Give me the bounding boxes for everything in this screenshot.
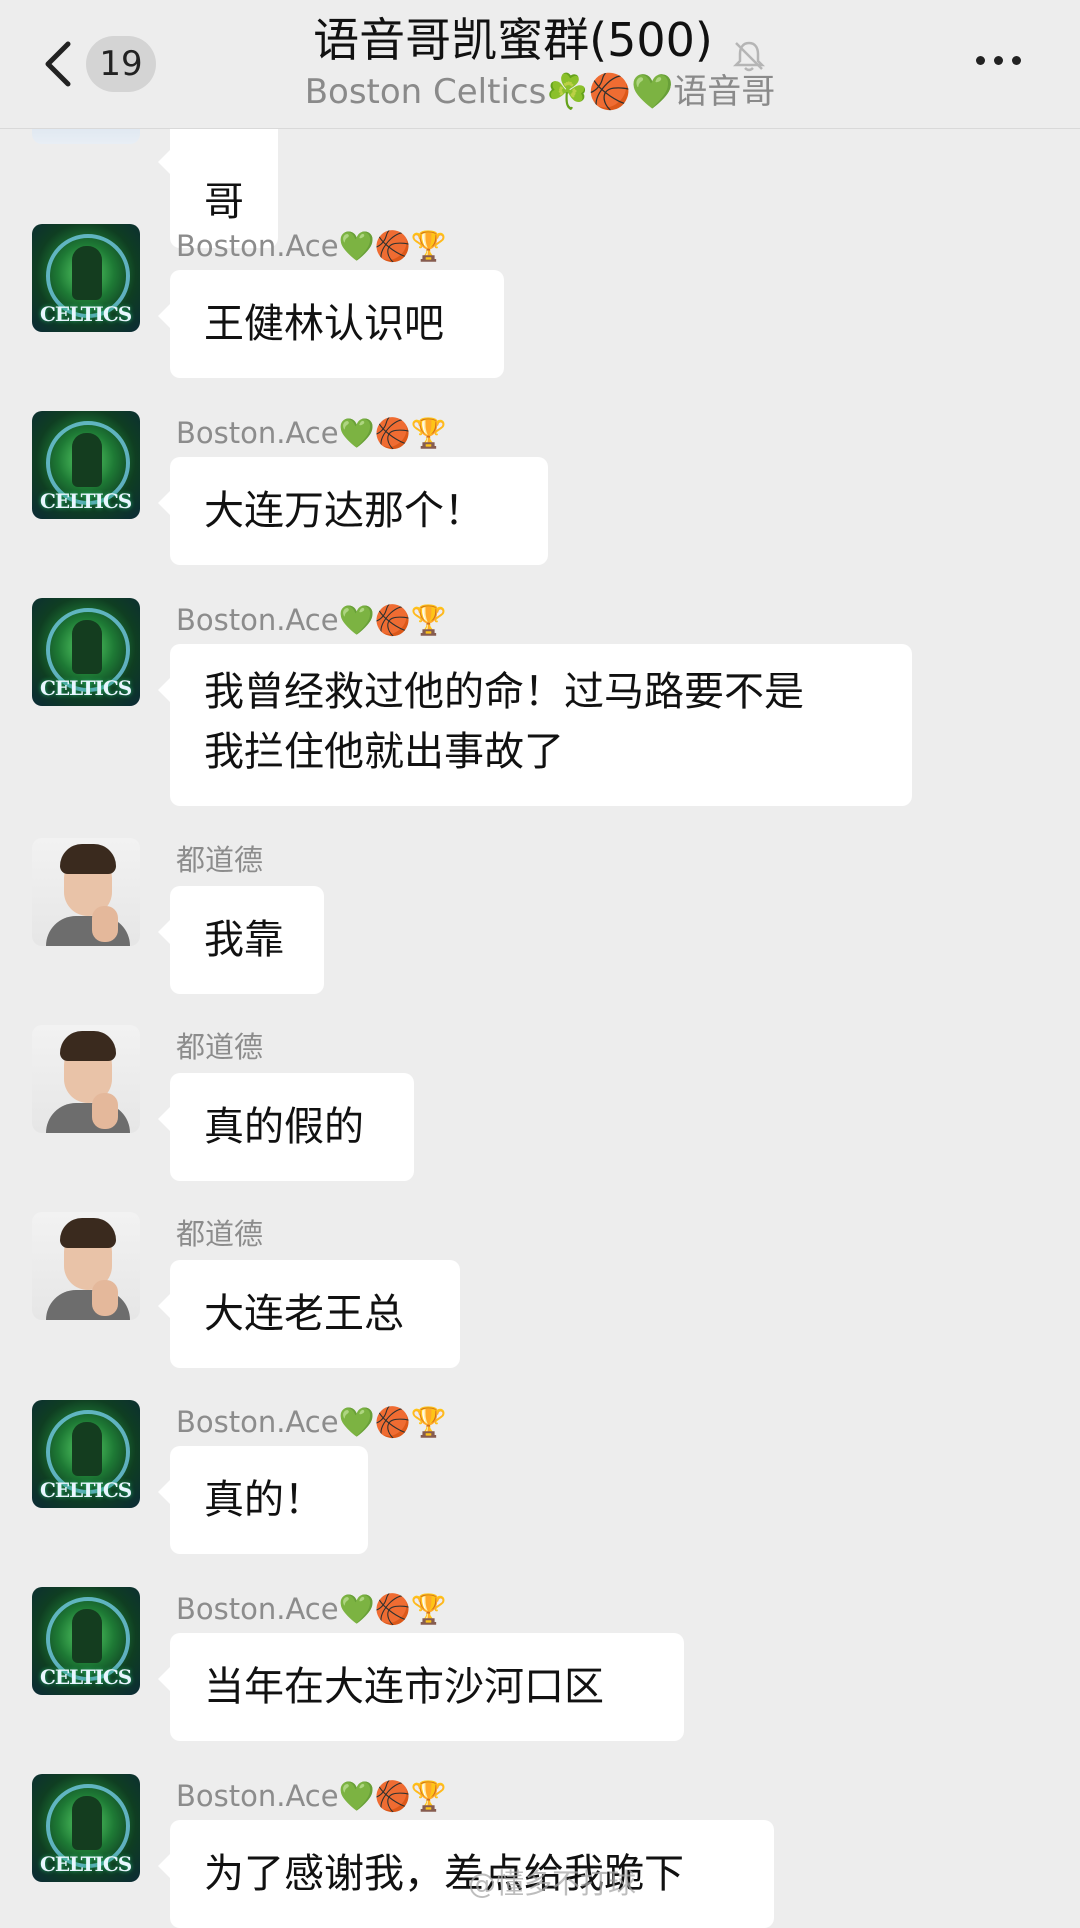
avatar-logo-text: CELTICS — [40, 1852, 132, 1876]
avatar-figure — [72, 620, 102, 674]
avatar-figure — [72, 1609, 102, 1663]
avatar[interactable]: CELTICS — [32, 1774, 140, 1882]
more-button[interactable] — [976, 50, 1030, 70]
avatar-hair — [60, 1218, 116, 1248]
sender-name: Boston.Ace💚🏀🏆 — [176, 1592, 447, 1626]
avatar-logo-text: CELTICS — [40, 1478, 132, 1502]
chat-header: 19 语音哥凯蜜群(500) Boston Celtics☘️🏀💚语音哥 — [0, 0, 1080, 129]
sender-name: 都道德 — [176, 1217, 264, 1251]
avatar[interactable] — [32, 838, 140, 946]
avatar-figure — [72, 1422, 102, 1476]
avatar[interactable]: CELTICS — [32, 598, 140, 706]
avatar-logo-text: CELTICS — [40, 1665, 132, 1689]
more-dot-icon — [1012, 56, 1021, 65]
avatar-hand — [92, 1280, 118, 1316]
avatar-hand — [92, 1093, 118, 1129]
chat-title-text: 语音哥凯蜜群(500) — [313, 13, 713, 67]
mute-bell-icon — [731, 26, 767, 71]
more-dot-icon — [994, 56, 1003, 65]
avatar-figure — [72, 1796, 102, 1850]
avatar-figure — [72, 246, 102, 300]
message-bubble[interactable]: 当年在大连市沙河口区 — [158, 1633, 684, 1741]
sender-name: Boston.Ace💚🏀🏆 — [176, 603, 447, 637]
avatar[interactable] — [32, 1212, 140, 1320]
avatar[interactable]: CELTICS — [32, 1400, 140, 1508]
sender-name: Boston.Ace💚🏀🏆 — [176, 1779, 447, 1813]
sender-name: Boston.Ace💚🏀🏆 — [176, 229, 447, 263]
message-bubble[interactable]: 我曾经救过他的命！过马路要不是 我拦住他就出事故了 — [158, 644, 912, 806]
sender-name: 都道德 — [176, 1030, 264, 1064]
avatar-hand — [92, 906, 118, 942]
chat-title[interactable]: 语音哥凯蜜群(500) — [0, 8, 1080, 72]
message-bubble[interactable]: 王健林认识吧 — [158, 270, 504, 378]
chat-list[interactable]: 哥 CELTICS Boston.Ace💚🏀🏆 王健林认识吧 CELTICS B… — [0, 0, 1080, 1928]
avatar[interactable]: CELTICS — [32, 411, 140, 519]
avatar-hair — [60, 1031, 116, 1061]
avatar[interactable]: CELTICS — [32, 224, 140, 332]
sender-name: Boston.Ace💚🏀🏆 — [176, 1405, 447, 1439]
avatar[interactable] — [32, 1025, 140, 1133]
avatar-figure — [72, 433, 102, 487]
message-bubble[interactable]: 真的假的 — [158, 1073, 414, 1181]
sender-name: 都道德 — [176, 843, 264, 877]
avatar-logo-text: CELTICS — [40, 302, 132, 326]
message-bubble[interactable]: 大连万达那个！ — [158, 457, 548, 565]
avatar[interactable]: CELTICS — [32, 1587, 140, 1695]
sender-name: Boston.Ace💚🏀🏆 — [176, 416, 447, 450]
message-bubble[interactable]: 大连老王总 — [158, 1260, 460, 1368]
avatar-logo-text: CELTICS — [40, 489, 132, 513]
chat-subtitle: Boston Celtics☘️🏀💚语音哥 — [304, 72, 776, 112]
message-bubble[interactable]: 真的！ — [158, 1446, 368, 1554]
more-dot-icon — [976, 56, 985, 65]
watermark: @懂多不打球 — [468, 1867, 637, 1900]
message-bubble[interactable]: 我靠 — [158, 886, 324, 994]
avatar-logo-text: CELTICS — [40, 676, 132, 700]
avatar-hair — [60, 844, 116, 874]
